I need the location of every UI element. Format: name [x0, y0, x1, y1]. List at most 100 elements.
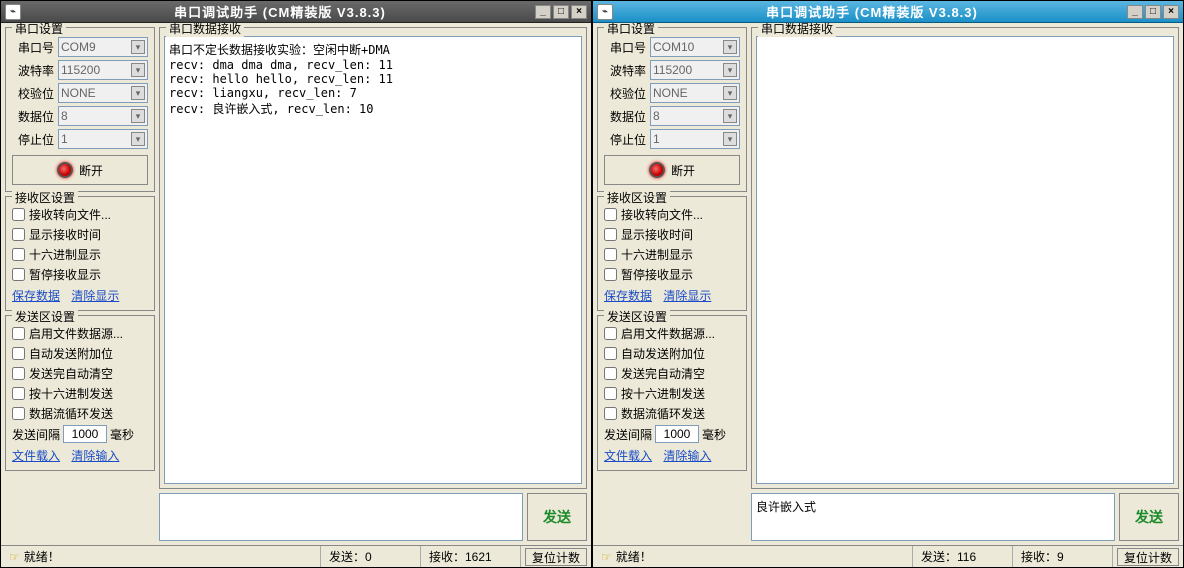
send-settings-group: 发送区设置 启用文件数据源... 自动发送附加位 发送完自动清空 按十六进制发送… [5, 315, 155, 471]
recv-settings-group: 接收区设置 接收转向文件... 显示接收时间 十六进制显示 暂停接收显示 保存数… [597, 196, 747, 311]
send-opt-4-checkbox[interactable] [604, 387, 617, 400]
parity-label: 校验位 [12, 85, 54, 102]
dropdown-arrow-icon: ▾ [131, 86, 145, 100]
recv-opt-2-checkbox[interactable] [12, 228, 25, 241]
send-opt-2-checkbox[interactable] [12, 347, 25, 360]
group-legend: 发送区设置 [604, 308, 670, 325]
baud-label: 波特率 [12, 62, 54, 79]
stop-select[interactable]: 1 ▾ [650, 129, 740, 149]
send-opt-1-label: 启用文件数据源... [621, 325, 715, 342]
recv-opt-3-checkbox[interactable] [604, 248, 617, 261]
disconnect-button[interactable]: 断开 [604, 155, 740, 185]
recv-opt-2-label: 显示接收时间 [29, 226, 101, 243]
baud-value: 115200 [61, 63, 100, 77]
clear-display-link[interactable]: 清除显示 [663, 289, 711, 303]
parity-value: NONE [61, 86, 96, 100]
statusbar: ☞就绪！ 发送：0 接收：1621 复位计数 [1, 545, 591, 567]
data-label: 数据位 [604, 108, 646, 125]
port-label: 串口号 [604, 39, 646, 56]
interval-label: 发送间隔 [604, 426, 652, 443]
send-opt-4-label: 按十六进制发送 [29, 385, 113, 402]
send-opt-2-checkbox[interactable] [604, 347, 617, 360]
disconnect-button[interactable]: 断开 [12, 155, 148, 185]
dropdown-arrow-icon: ▾ [131, 109, 145, 123]
status-sent: 发送：116 [913, 546, 1013, 567]
group-legend: 串口数据接收 [166, 23, 244, 37]
hand-icon: ☞ [601, 550, 612, 564]
data-select[interactable]: 8 ▾ [58, 106, 148, 126]
minimize-button[interactable]: _ [1127, 5, 1143, 19]
dropdown-arrow-icon: ▾ [131, 40, 145, 54]
baud-label: 波特率 [604, 62, 646, 79]
interval-input[interactable] [655, 425, 699, 443]
reset-counter-button[interactable]: 复位计数 [1117, 548, 1179, 566]
send-input[interactable] [159, 493, 523, 541]
reset-counter-button[interactable]: 复位计数 [525, 548, 587, 566]
send-opt-2-label: 自动发送附加位 [621, 345, 705, 362]
baud-select[interactable]: 115200 ▾ [58, 60, 148, 80]
recv-opt-4-checkbox[interactable] [12, 268, 25, 281]
send-button[interactable]: 发送 [527, 493, 587, 541]
clear-input-link[interactable]: 清除输入 [663, 449, 711, 463]
dropdown-arrow-icon: ▾ [131, 63, 145, 77]
clear-display-link[interactable]: 清除显示 [71, 289, 119, 303]
recv-opt-2-checkbox[interactable] [604, 228, 617, 241]
send-input[interactable]: 良许嵌入式 [751, 493, 1115, 541]
send-opt-1-checkbox[interactable] [604, 327, 617, 340]
recv-textarea[interactable] [756, 36, 1174, 484]
close-button[interactable]: × [1163, 5, 1179, 19]
send-opt-5-checkbox[interactable] [12, 407, 25, 420]
save-data-link[interactable]: 保存数据 [12, 289, 60, 303]
data-value: 8 [61, 109, 68, 123]
file-load-link[interactable]: 文件载入 [604, 449, 652, 463]
file-load-link[interactable]: 文件载入 [12, 449, 60, 463]
send-opt-5-label: 数据流循环发送 [29, 405, 113, 422]
send-opt-5-checkbox[interactable] [604, 407, 617, 420]
parity-select[interactable]: NONE ▾ [58, 83, 148, 103]
maximize-button[interactable]: □ [553, 5, 569, 19]
port-label: 串口号 [12, 39, 54, 56]
window-title: 串口调试助手 (CM精装版 V3.8.3) [25, 2, 535, 21]
stop-value: 1 [653, 132, 660, 146]
send-opt-3-label: 发送完自动清空 [621, 365, 705, 382]
dropdown-arrow-icon: ▾ [723, 40, 737, 54]
stop-select[interactable]: 1 ▾ [58, 129, 148, 149]
port-settings-group: 串口设置 串口号 COM10 ▾ 波特率 115200 ▾ [597, 27, 747, 192]
recv-opt-1-checkbox[interactable] [604, 208, 617, 221]
port-select[interactable]: COM10 ▾ [650, 37, 740, 57]
send-opt-1-checkbox[interactable] [12, 327, 25, 340]
recv-opt-4-checkbox[interactable] [604, 268, 617, 281]
baud-select[interactable]: 115200 ▾ [650, 60, 740, 80]
recv-opt-3-label: 十六进制显示 [621, 246, 693, 263]
maximize-button[interactable]: □ [1145, 5, 1161, 19]
dropdown-arrow-icon: ▾ [723, 109, 737, 123]
parity-select[interactable]: NONE ▾ [650, 83, 740, 103]
interval-input[interactable] [63, 425, 107, 443]
send-opt-5-label: 数据流循环发送 [621, 405, 705, 422]
recv-opt-1-checkbox[interactable] [12, 208, 25, 221]
send-opt-3-checkbox[interactable] [12, 367, 25, 380]
recv-area-group: 串口数据接收 串口不定长数据接收实验：空闲中断+DMA recv: dma dm… [159, 27, 587, 489]
recv-textarea[interactable]: 串口不定长数据接收实验：空闲中断+DMA recv: dma dma dma, … [164, 36, 582, 484]
parity-value: NONE [653, 86, 688, 100]
recv-opt-4-label: 暂停接收显示 [621, 266, 693, 283]
data-select[interactable]: 8 ▾ [650, 106, 740, 126]
send-opt-3-label: 发送完自动清空 [29, 365, 113, 382]
status-recv: 接收：1621 [421, 546, 521, 567]
group-legend: 串口设置 [604, 23, 658, 37]
stop-label: 停止位 [12, 131, 54, 148]
save-data-link[interactable]: 保存数据 [604, 289, 652, 303]
send-opt-3-checkbox[interactable] [604, 367, 617, 380]
group-legend: 接收区设置 [12, 189, 78, 206]
recv-opt-3-checkbox[interactable] [12, 248, 25, 261]
recv-opt-1-label: 接收转向文件... [621, 206, 703, 223]
close-button[interactable]: × [571, 5, 587, 19]
recv-opt-4-label: 暂停接收显示 [29, 266, 101, 283]
group-legend: 发送区设置 [12, 308, 78, 325]
minimize-button[interactable]: _ [535, 5, 551, 19]
port-select[interactable]: COM9 ▾ [58, 37, 148, 57]
send-opt-4-checkbox[interactable] [12, 387, 25, 400]
send-button[interactable]: 发送 [1119, 493, 1179, 541]
status-recv: 接收：9 [1013, 546, 1113, 567]
clear-input-link[interactable]: 清除输入 [71, 449, 119, 463]
